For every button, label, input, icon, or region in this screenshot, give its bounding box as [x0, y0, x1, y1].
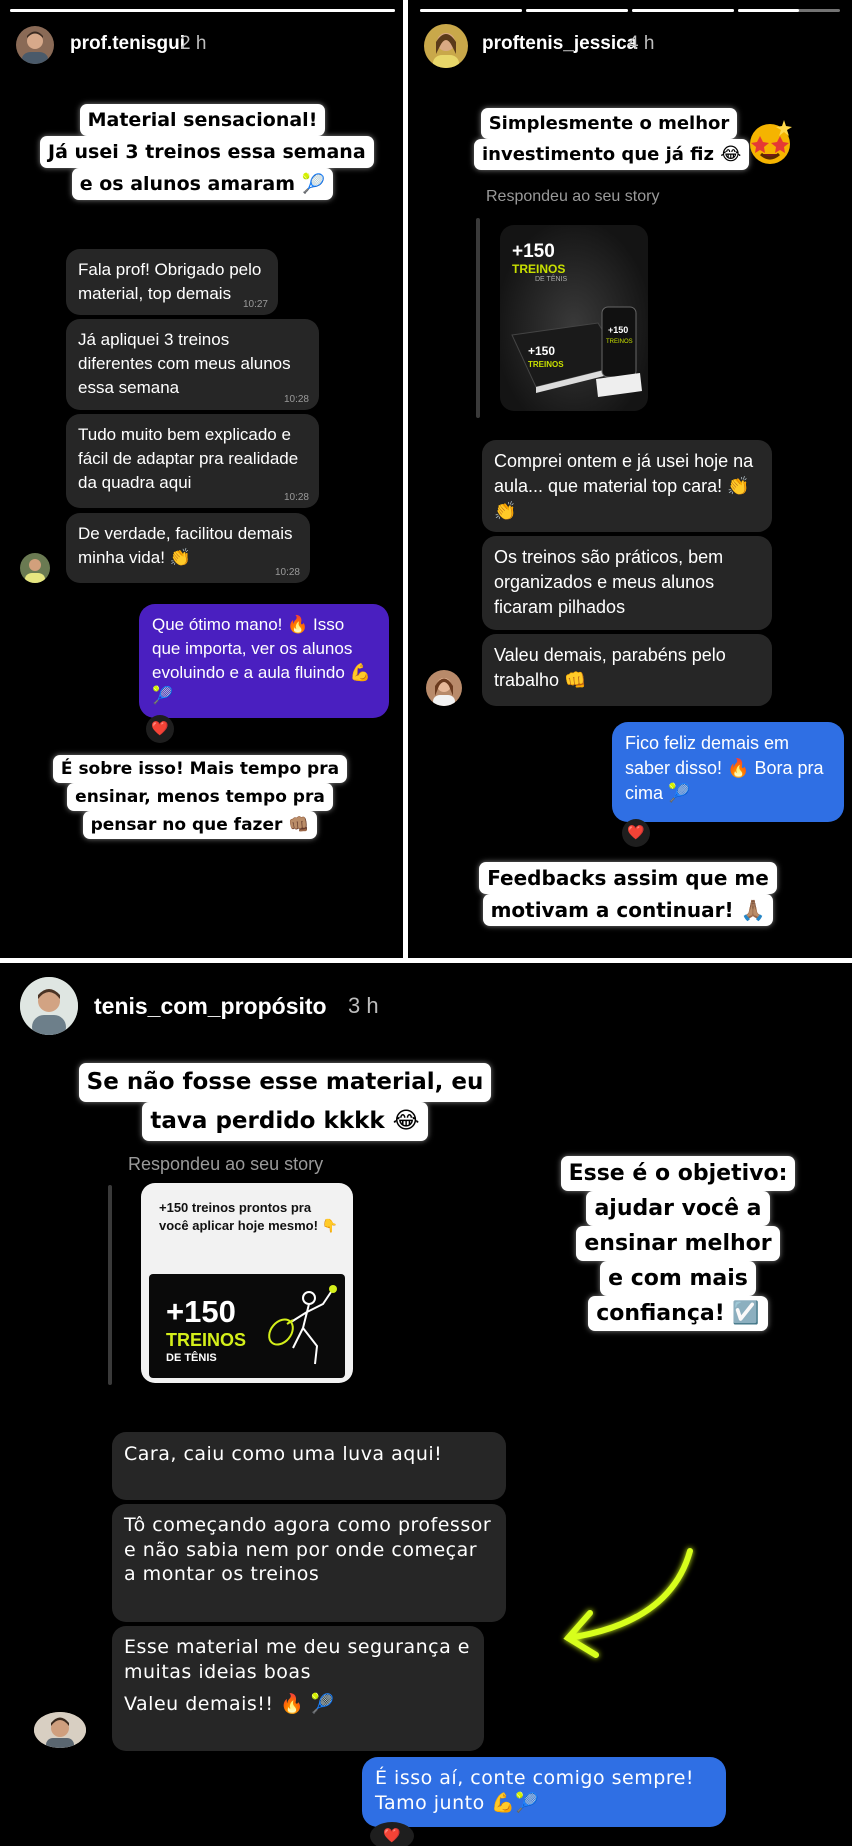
avatar[interactable]	[34, 1712, 86, 1748]
sent-message-bubble[interactable]: É isso aí, conte comigo sempre! Tamo jun…	[362, 1757, 726, 1827]
story-thumbnail[interactable]: +150 treinos prontos pra você aplicar ho…	[141, 1183, 353, 1383]
replied-to-story-label: Respondeu ao seu story	[486, 188, 660, 205]
message-bubble[interactable]: Cara, caiu como uma luva aqui!	[112, 1432, 506, 1500]
svg-text:TREINOS: TREINOS	[528, 360, 564, 369]
quote-bar	[108, 1185, 112, 1385]
message-text: É isso aí, conte comigo sempre! Tamo jun…	[375, 1767, 695, 1814]
thumb-big-number: +150	[166, 1294, 236, 1329]
caption-line: Esse é o objetivo:	[560, 1156, 796, 1191]
story-time: 2 h	[180, 33, 207, 54]
message-bubble[interactable]: De verdade, facilitou demais minha vida!…	[66, 513, 310, 583]
message-text: Já apliquei 3 treinos diferentes com meu…	[78, 330, 291, 397]
quote-bar	[476, 218, 480, 418]
message-bubble[interactable]: Fala prof! Obrigado pelo material, top d…	[66, 249, 278, 315]
caption-line: tava perdido kkkk 😂	[142, 1102, 428, 1141]
caption-line: ensinar, menos tempo pra	[67, 783, 333, 811]
book-mockup-icon: +150 TREINOS +150 TREINOS	[511, 306, 642, 397]
message-bubble[interactable]: Comprei ontem e já usei hoje na aula... …	[482, 440, 772, 532]
message-text: Fala prof! Obrigado pelo material, top d…	[78, 260, 262, 303]
story-username[interactable]: proftenis_jessica	[482, 33, 637, 55]
svg-text:TREINOS: TREINOS	[606, 339, 633, 345]
thumb-subtitle: DE TÊNIS	[166, 1352, 217, 1364]
caption-line: Material sensacional!	[79, 104, 326, 136]
message-text: Valeu demais!! 🔥 🎾	[124, 1693, 335, 1716]
caption-line: motivam a continuar! 🙏🏽	[482, 894, 774, 926]
message-text: Tudo muito bem explicado e fácil de adap…	[78, 425, 299, 492]
thumb-big-number: +150	[512, 241, 555, 262]
svg-text:+150: +150	[528, 344, 555, 358]
caption-line: e os alunos amaram 🎾	[71, 168, 334, 200]
sent-message-bubble[interactable]: Fico feliz demais em saber disso! 🔥 Bora…	[612, 722, 844, 822]
caption-line: ensinar melhor	[576, 1226, 780, 1261]
message-bubble[interactable]: Já apliquei 3 treinos diferentes com meu…	[66, 319, 319, 410]
message-bubble[interactable]: Tô começando agora como professor e não …	[112, 1504, 506, 1622]
message-time: 10:28	[283, 492, 309, 503]
message-text: Comprei ontem e já usei hoje na aula... …	[494, 451, 754, 522]
story-caption: Se não fosse esse material, eu tava perd…	[60, 1063, 510, 1141]
story-progress-bar	[10, 9, 395, 12]
story-thumbnail[interactable]: +150 TREINOS DE TÊNIS +150 TREINOS +150 …	[500, 225, 648, 411]
message-bubble[interactable]: Valeu demais, parabéns pelo trabalho 👊	[482, 634, 772, 706]
thumb-subtitle: DE TÊNIS	[535, 276, 568, 283]
tennis-player-icon	[268, 1285, 337, 1365]
caption-line: Já usei 3 treinos essa semana	[40, 136, 374, 168]
caption-line: Feedbacks assim que me	[479, 862, 777, 894]
thumb-title: TREINOS	[166, 1330, 247, 1350]
message-time: 10:28	[274, 567, 300, 578]
caption-line: confiança! ☑️	[588, 1296, 768, 1331]
story-progress-bar	[420, 9, 840, 12]
avatar[interactable]	[20, 977, 78, 1035]
message-text: Valeu demais, parabéns pelo trabalho 👊	[494, 645, 726, 691]
caption-line: e com mais	[600, 1261, 756, 1296]
avatar[interactable]	[20, 553, 50, 583]
avatar[interactable]	[424, 24, 468, 68]
message-text: Os treinos são práticos, bem organizados…	[494, 547, 724, 618]
caption-line: Se não fosse esse material, eu	[78, 1063, 492, 1102]
reaction-emoji: ❤️	[151, 721, 169, 737]
reaction-emoji: ❤️	[383, 1828, 401, 1844]
reply-caption: Feedbacks assim que me motivam a continu…	[478, 862, 778, 926]
sent-message-bubble[interactable]: Que ótimo mano! 🔥 Isso que importa, ver …	[139, 604, 389, 718]
caption-line: Simplesmente o melhor	[480, 108, 738, 139]
story-caption: Simplesmente o melhor investimento que j…	[474, 108, 750, 170]
arrow-icon	[563, 1548, 693, 1658]
caption-line: É sobre isso! Mais tempo pra	[52, 755, 348, 783]
message-bubble[interactable]: Esse material me deu segurança e muitas …	[112, 1626, 484, 1751]
message-text: Cara, caiu como uma luva aqui!	[124, 1443, 443, 1465]
message-text: Esse material me deu segurança e muitas …	[124, 1636, 470, 1683]
message-text: Tô começando agora como professor e não …	[124, 1514, 492, 1586]
message-bubble[interactable]: Tudo muito bem explicado e fácil de adap…	[66, 414, 319, 508]
svg-text:+150: +150	[608, 325, 628, 335]
bottom-story-panel: tenis_com_propósito 3 h Se não fosse ess…	[0, 963, 852, 1846]
thumb-top-text: +150 treinos prontos pra você aplicar ho…	[159, 1200, 338, 1233]
callout-caption: Esse é o objetivo: ajudar você a ensinar…	[548, 1156, 808, 1331]
heart-reaction-icon[interactable]: ❤️	[622, 819, 650, 847]
story-time: 3 h	[348, 993, 379, 1018]
reaction-emoji: ❤️	[627, 825, 645, 841]
heart-reaction-icon[interactable]: ❤️	[146, 715, 174, 743]
reply-caption: É sobre isso! Mais tempo pra ensinar, me…	[45, 755, 355, 839]
message-time: 10:28	[283, 394, 309, 405]
story-caption: Material sensacional! Já usei 3 treinos …	[40, 104, 374, 200]
story-username[interactable]: tenis_com_propósito	[94, 993, 327, 1020]
message-time: 10:27	[242, 299, 268, 310]
caption-line: investimento que já fiz 😂	[474, 139, 750, 170]
caption-line: ajudar você a	[586, 1191, 770, 1226]
heart-reaction-icon[interactable]: ❤️	[370, 1822, 414, 1846]
avatar[interactable]	[426, 670, 462, 706]
message-text: Que ótimo mano! 🔥 Isso que importa, ver …	[152, 615, 371, 706]
right-story-panel: proftenis_jessica 4 h Simplesmente o mel…	[408, 0, 852, 958]
replied-to-story-label: Respondeu ao seu story	[128, 1154, 324, 1174]
story-time: 4 h	[628, 33, 655, 54]
thumb-image: +150 TREINOS DE TÊNIS	[149, 1274, 345, 1378]
message-text: De verdade, facilitou demais minha vida!…	[78, 524, 293, 567]
story-username[interactable]: prof.tenisgui	[70, 33, 185, 55]
message-text: Fico feliz demais em saber disso! 🔥 Bora…	[625, 733, 824, 804]
caption-line: pensar no que fazer 👊🏽	[82, 811, 318, 839]
left-story-panel: prof.tenisgui 2 h Material sensacional! …	[0, 0, 403, 958]
star-struck-emoji-icon	[744, 116, 796, 168]
message-bubble[interactable]: Os treinos são práticos, bem organizados…	[482, 536, 772, 630]
avatar[interactable]	[16, 26, 54, 64]
thumb-title: TREINOS	[512, 262, 566, 276]
